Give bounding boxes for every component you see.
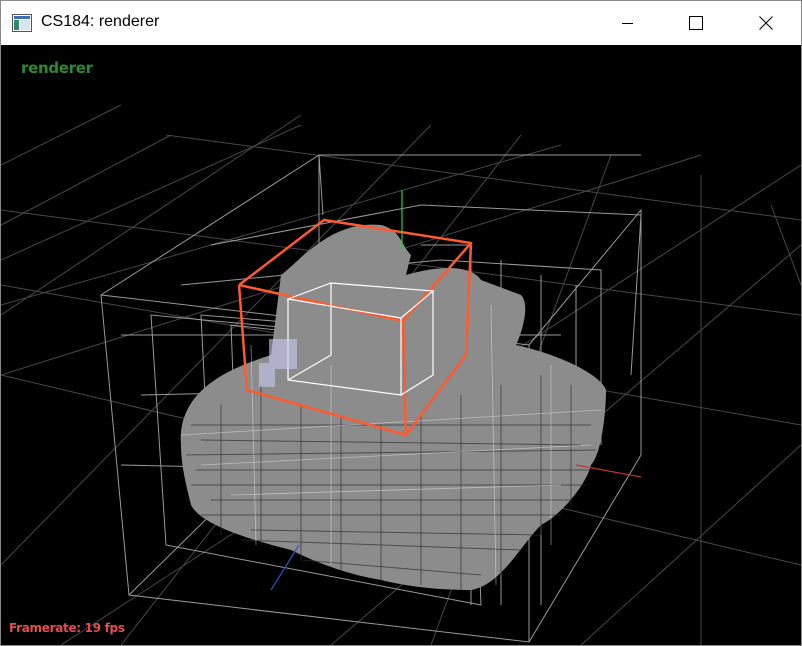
close-icon (759, 16, 773, 30)
app-window: CS184: renderer renderer Framerate: 19 f… (0, 0, 802, 646)
app-window-icon (12, 14, 32, 32)
render-viewport[interactable]: renderer Framerate: 19 fps (1, 45, 801, 645)
maximize-button[interactable] (673, 1, 719, 45)
minimize-icon (622, 23, 633, 24)
window-title: CS184: renderer (41, 13, 160, 30)
3d-scene[interactable] (1, 45, 801, 645)
overlay-title: renderer (21, 59, 93, 77)
minimize-button[interactable] (605, 1, 651, 45)
maximize-icon (689, 16, 703, 30)
axis-z-line (270, 544, 300, 591)
framerate-label: Framerate: 19 fps (9, 621, 125, 635)
close-button[interactable] (743, 1, 789, 45)
title-bar[interactable]: CS184: renderer (1, 1, 801, 45)
